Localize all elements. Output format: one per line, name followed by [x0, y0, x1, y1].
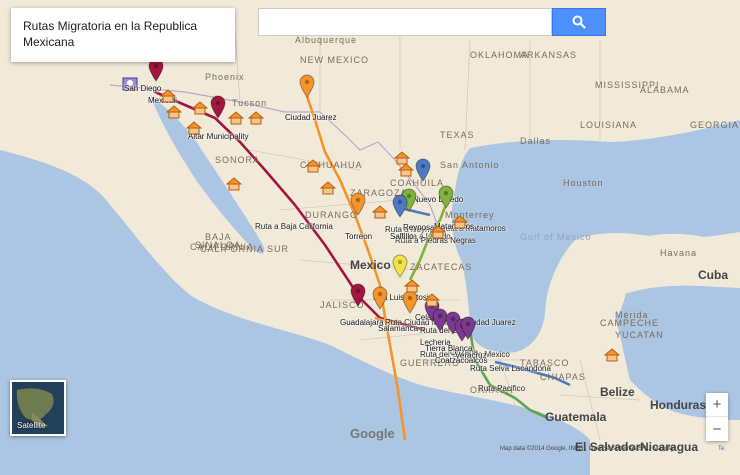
- map-marker[interactable]: [391, 194, 409, 223]
- pin-marker-icon: [350, 283, 366, 307]
- pin-marker-icon: [392, 254, 408, 278]
- yucatan-peninsula: [560, 256, 627, 342]
- shelter-house-icon[interactable]: [404, 279, 420, 293]
- shelter-house-icon[interactable]: [226, 177, 242, 191]
- cuba-island: [640, 233, 740, 258]
- route-line[interactable]: [408, 206, 447, 281]
- map-marker[interactable]: [371, 286, 389, 315]
- map-title-card: Rutas Migratoria en la Republica Mexican…: [11, 8, 235, 62]
- pin-marker-icon: [460, 316, 476, 340]
- shelter-house-icon[interactable]: [372, 205, 388, 219]
- map-marker[interactable]: [349, 283, 367, 312]
- shelter-house-icon[interactable]: [192, 101, 208, 115]
- shelter-house-icon[interactable]: [186, 121, 202, 135]
- shelter-house-icon[interactable]: [305, 159, 321, 173]
- map-marker[interactable]: [459, 316, 477, 345]
- satellite-label: Satellite: [17, 421, 46, 430]
- map-title: Rutas Migratoria en la Republica Mexican…: [23, 19, 198, 49]
- map-attribution: Map data ©2014 Google, INEGI, Inav/Geosi…: [500, 446, 674, 452]
- pin-marker-icon: [210, 95, 226, 119]
- map-marker[interactable]: [414, 158, 432, 187]
- shelter-house-icon[interactable]: [424, 293, 440, 307]
- pin-marker-icon: [372, 286, 388, 310]
- pin-marker-icon: [402, 290, 418, 314]
- shelter-house-icon[interactable]: [430, 225, 446, 239]
- map-canvas[interactable]: ARIZONANEW MEXICOOKLAHOMAARKANSASMISSISS…: [0, 0, 740, 475]
- terms-link[interactable]: Te: [718, 446, 724, 452]
- pin-marker-icon: [438, 185, 454, 209]
- shelter-house-icon[interactable]: [248, 111, 264, 125]
- zoom-out-button[interactable]: −: [706, 417, 728, 441]
- pin-marker-icon: [415, 158, 431, 182]
- map-marker[interactable]: [401, 290, 419, 319]
- map-marker[interactable]: [298, 74, 316, 103]
- search-icon: [572, 15, 586, 29]
- map-base: [0, 20, 740, 475]
- google-logo: Google: [350, 426, 395, 441]
- shelter-house-icon[interactable]: [398, 163, 414, 177]
- shelter-house-icon[interactable]: [228, 111, 244, 125]
- shelter-house-icon[interactable]: [320, 181, 336, 195]
- shelter-house-icon[interactable]: [604, 348, 620, 362]
- map-marker[interactable]: [349, 192, 367, 221]
- pin-marker-icon: [350, 192, 366, 216]
- shelter-house-icon[interactable]: [166, 105, 182, 119]
- zoom-in-button[interactable]: +: [706, 393, 728, 417]
- zoom-control: + −: [706, 393, 728, 441]
- map-marker[interactable]: [437, 185, 455, 214]
- photo-marker-icon: [122, 77, 138, 91]
- satellite-toggle-button[interactable]: Satellite: [10, 380, 66, 436]
- shelter-house-icon[interactable]: [452, 215, 468, 229]
- route-line[interactable]: [494, 360, 571, 387]
- search-button[interactable]: [552, 8, 606, 36]
- shelter-house-icon[interactable]: [160, 89, 176, 103]
- pin-marker-icon: [392, 194, 408, 218]
- map-marker[interactable]: [147, 58, 165, 87]
- pin-marker-icon: [299, 74, 315, 98]
- map-marker[interactable]: [209, 95, 227, 124]
- search-input[interactable]: [258, 8, 552, 36]
- map-marker[interactable]: [121, 72, 139, 101]
- route-line[interactable]: [404, 226, 426, 232]
